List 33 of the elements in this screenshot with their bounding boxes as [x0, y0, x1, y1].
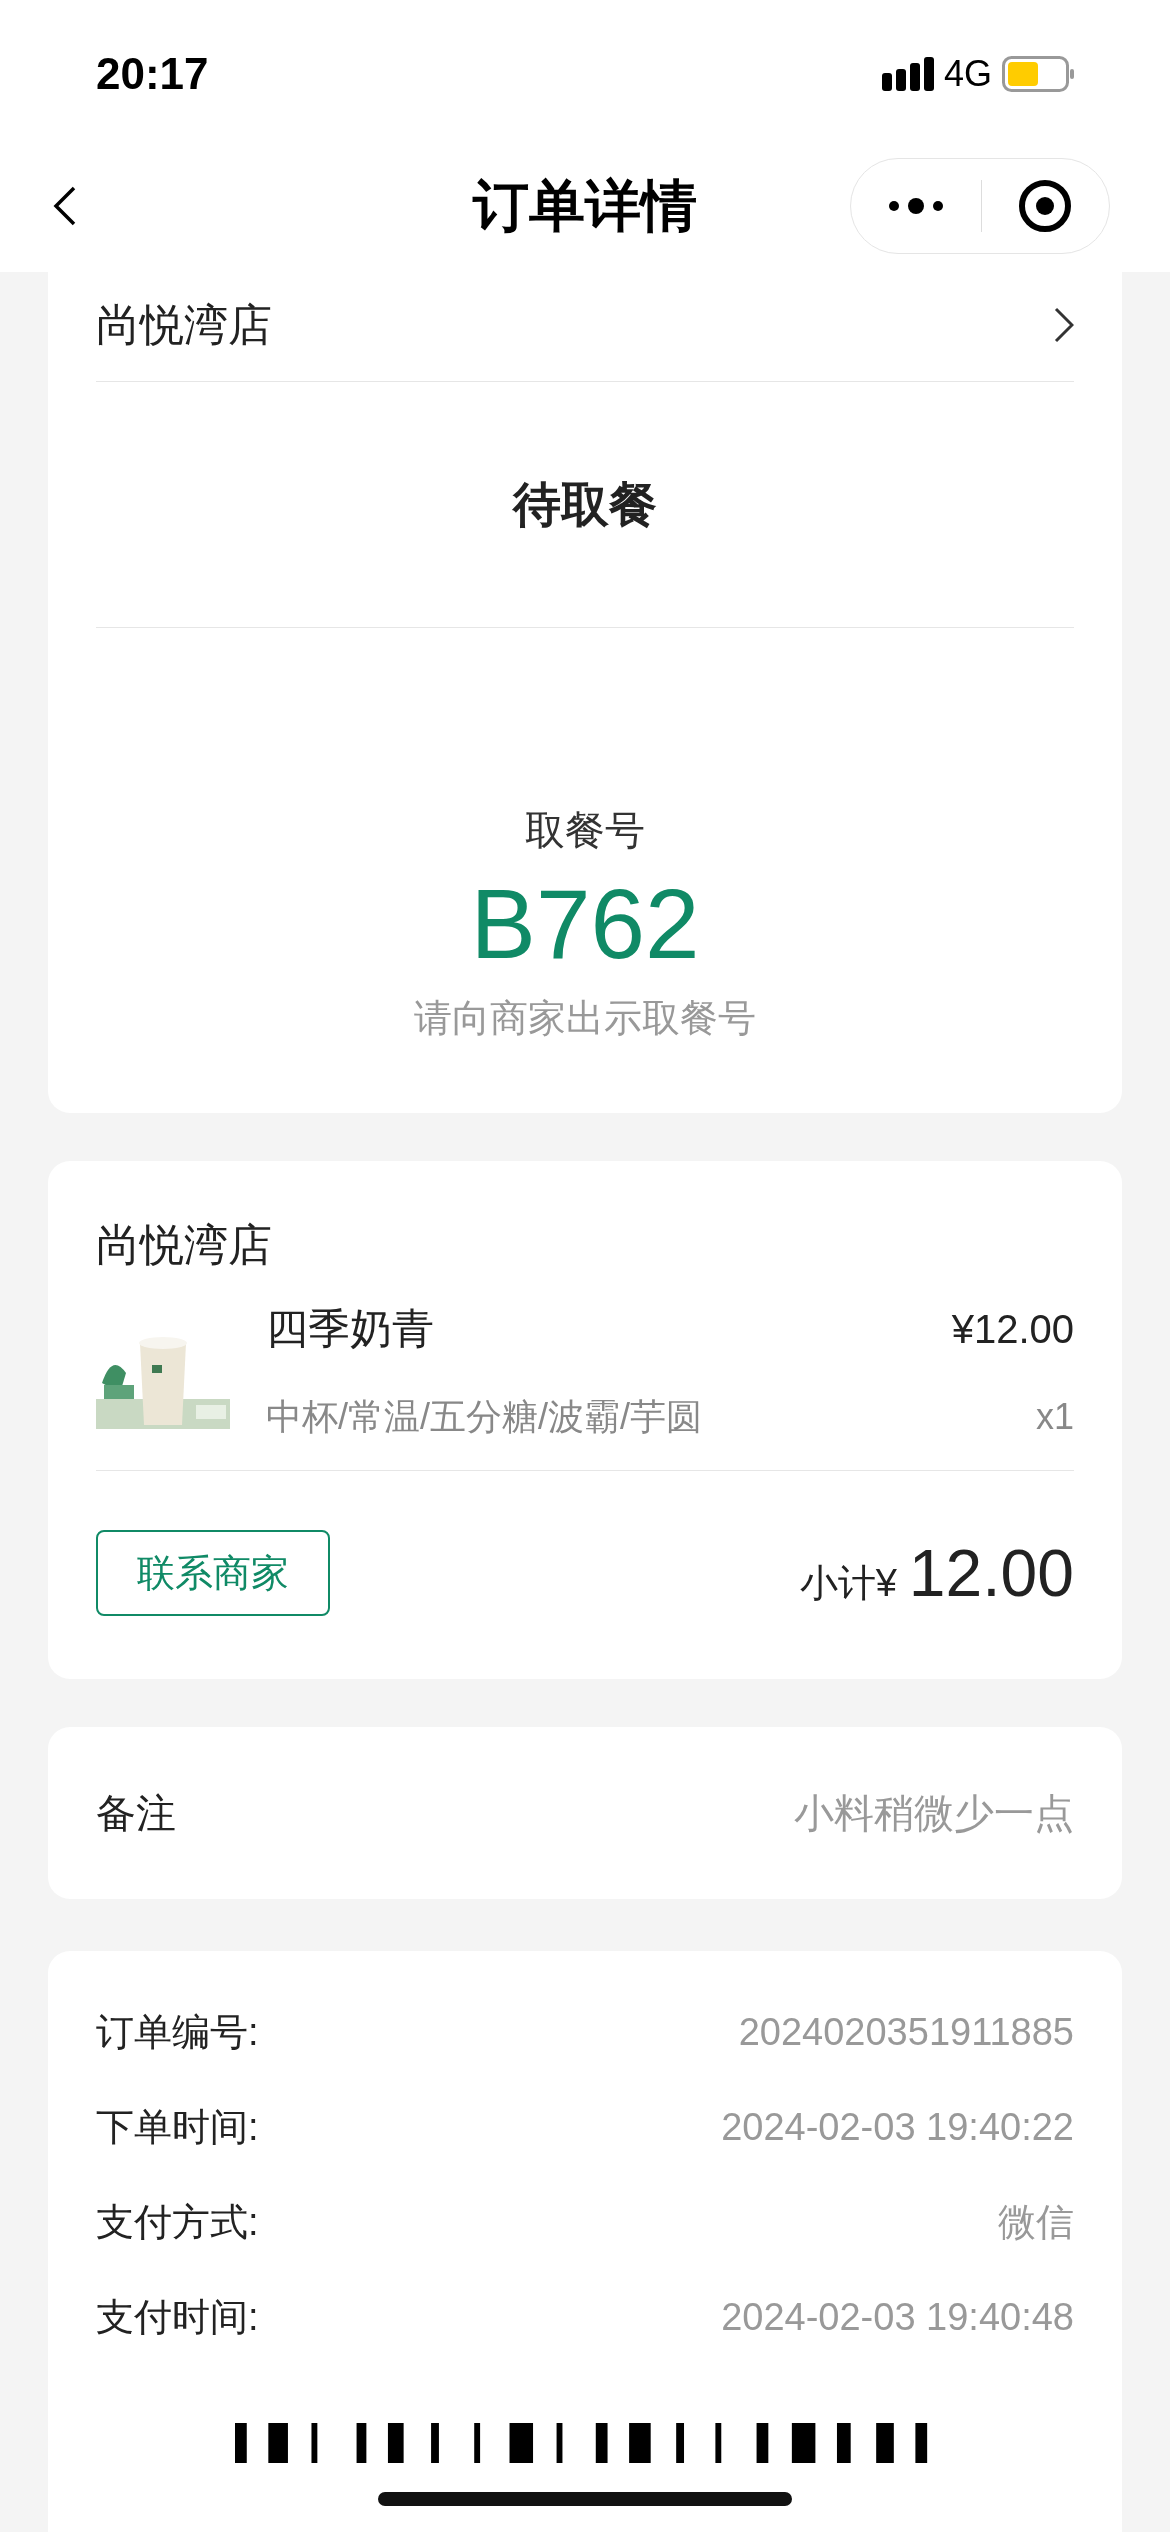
- target-icon: [1018, 179, 1073, 233]
- pickup-hint: 请向商家出示取餐号: [414, 996, 756, 1041]
- store-name: 尚悦湾店: [96, 298, 272, 351]
- remark-label: 备注: [96, 1790, 176, 1837]
- network-label: 4G: [943, 52, 992, 96]
- subtotal-label: 小计¥: [799, 1560, 897, 1606]
- product-price: ¥12.00: [951, 1305, 1074, 1353]
- pickup-label: 取餐号: [525, 807, 645, 854]
- detail-label: 订单编号:: [96, 2010, 259, 2055]
- pickup-number: B762: [470, 868, 700, 981]
- battery-icon: [1002, 56, 1074, 92]
- status-time: 20:17: [96, 48, 209, 100]
- page-title: 订单详情: [473, 173, 697, 239]
- subtotal-amount: 12.00: [908, 1534, 1074, 1612]
- signal-icon: [881, 57, 934, 91]
- remark-text: 小料稍微少一点: [794, 1790, 1074, 1837]
- detail-value: 微信: [998, 2200, 1074, 2245]
- contact-merchant-button[interactable]: 联系商家: [96, 1530, 330, 1616]
- product-options: 中杯/常温/五分糖/波霸/芋圆: [266, 1390, 702, 1444]
- detail-value: 2024020351911885: [738, 2010, 1074, 2055]
- back-icon: [52, 186, 76, 226]
- more-icon: [887, 198, 944, 214]
- order-status: 待取餐: [513, 476, 657, 533]
- store-row[interactable]: 尚悦湾店: [96, 268, 1074, 382]
- store-name: 尚悦湾店: [96, 1219, 272, 1271]
- detail-label: 支付时间:: [96, 2295, 259, 2340]
- product-name: 四季奶青: [266, 1304, 434, 1354]
- product-quantity: x1: [1035, 1395, 1074, 1439]
- detail-label: 支付方式:: [96, 2200, 259, 2245]
- detail-label: 下单时间:: [96, 2105, 259, 2150]
- detail-value: 2024-02-03 19:40:48: [721, 2295, 1074, 2340]
- chevron-right-icon: [1054, 306, 1074, 343]
- detail-value: 2024-02-03 19:40:22: [721, 2105, 1074, 2150]
